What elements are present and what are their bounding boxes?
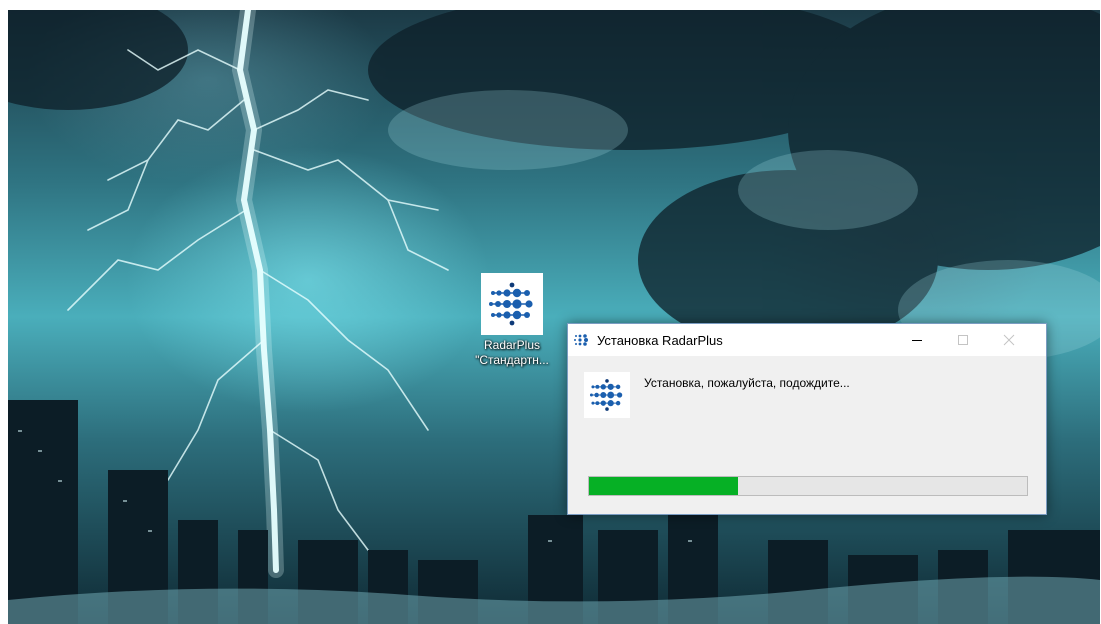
shortcut-label-line1: RadarPlus: [483, 338, 541, 352]
radarplus-logo-icon: [481, 273, 543, 335]
minimize-icon: [912, 340, 922, 341]
close-button[interactable]: [986, 324, 1032, 356]
maximize-button[interactable]: [940, 324, 986, 356]
install-progress-fill: [589, 477, 738, 495]
shortcut-label: RadarPlus "Стандартн...: [469, 338, 555, 368]
shortcut-label-line2: "Стандартн...: [475, 353, 549, 367]
minimize-button[interactable]: [894, 324, 940, 356]
desktop-background: RadarPlus "Стандартн...: [8, 10, 1100, 624]
maximize-icon: [958, 335, 968, 345]
installer-dialog: Установка RadarPlus Установка, пожалуйст…: [567, 323, 1047, 515]
title-bar[interactable]: Установка RadarPlus: [568, 324, 1046, 356]
window-title: Установка RadarPlus: [597, 332, 723, 348]
install-status-text: Установка, пожалуйста, подождите...: [644, 376, 850, 390]
desktop-shortcut-radarplus[interactable]: RadarPlus "Стандартн...: [469, 273, 555, 368]
install-progress-bar: [588, 476, 1028, 496]
close-icon: [1003, 334, 1015, 346]
radarplus-app-icon: [574, 334, 588, 346]
radarplus-logo-icon: [584, 372, 630, 418]
